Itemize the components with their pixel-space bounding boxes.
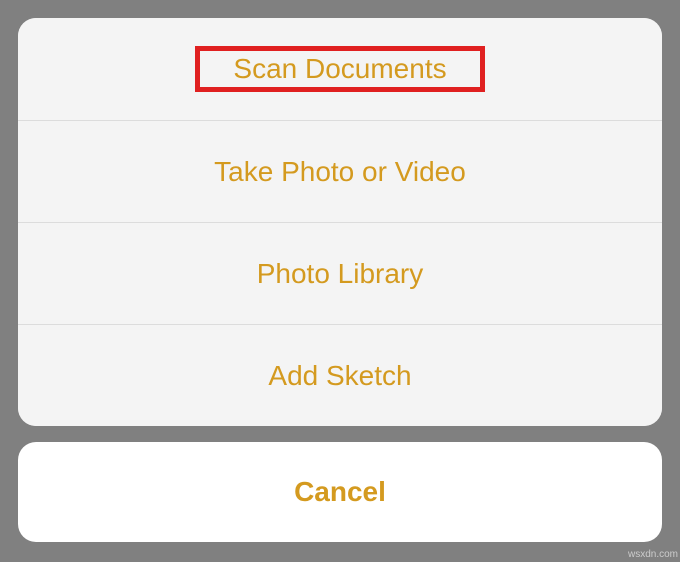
cancel-label: Cancel	[294, 476, 386, 508]
take-photo-video-option[interactable]: Take Photo or Video	[18, 120, 662, 222]
scan-documents-option[interactable]: Scan Documents	[18, 18, 662, 120]
option-label: Photo Library	[257, 258, 424, 290]
option-label: Take Photo or Video	[214, 156, 466, 188]
watermark-text: wsxdn.com	[628, 549, 678, 560]
cancel-button[interactable]: Cancel	[18, 442, 662, 542]
action-sheet-options: Scan Documents Take Photo or Video Photo…	[18, 18, 662, 426]
photo-library-option[interactable]: Photo Library	[18, 222, 662, 324]
add-sketch-option[interactable]: Add Sketch	[18, 324, 662, 426]
option-label: Add Sketch	[268, 360, 411, 392]
option-label: Scan Documents	[233, 53, 446, 85]
